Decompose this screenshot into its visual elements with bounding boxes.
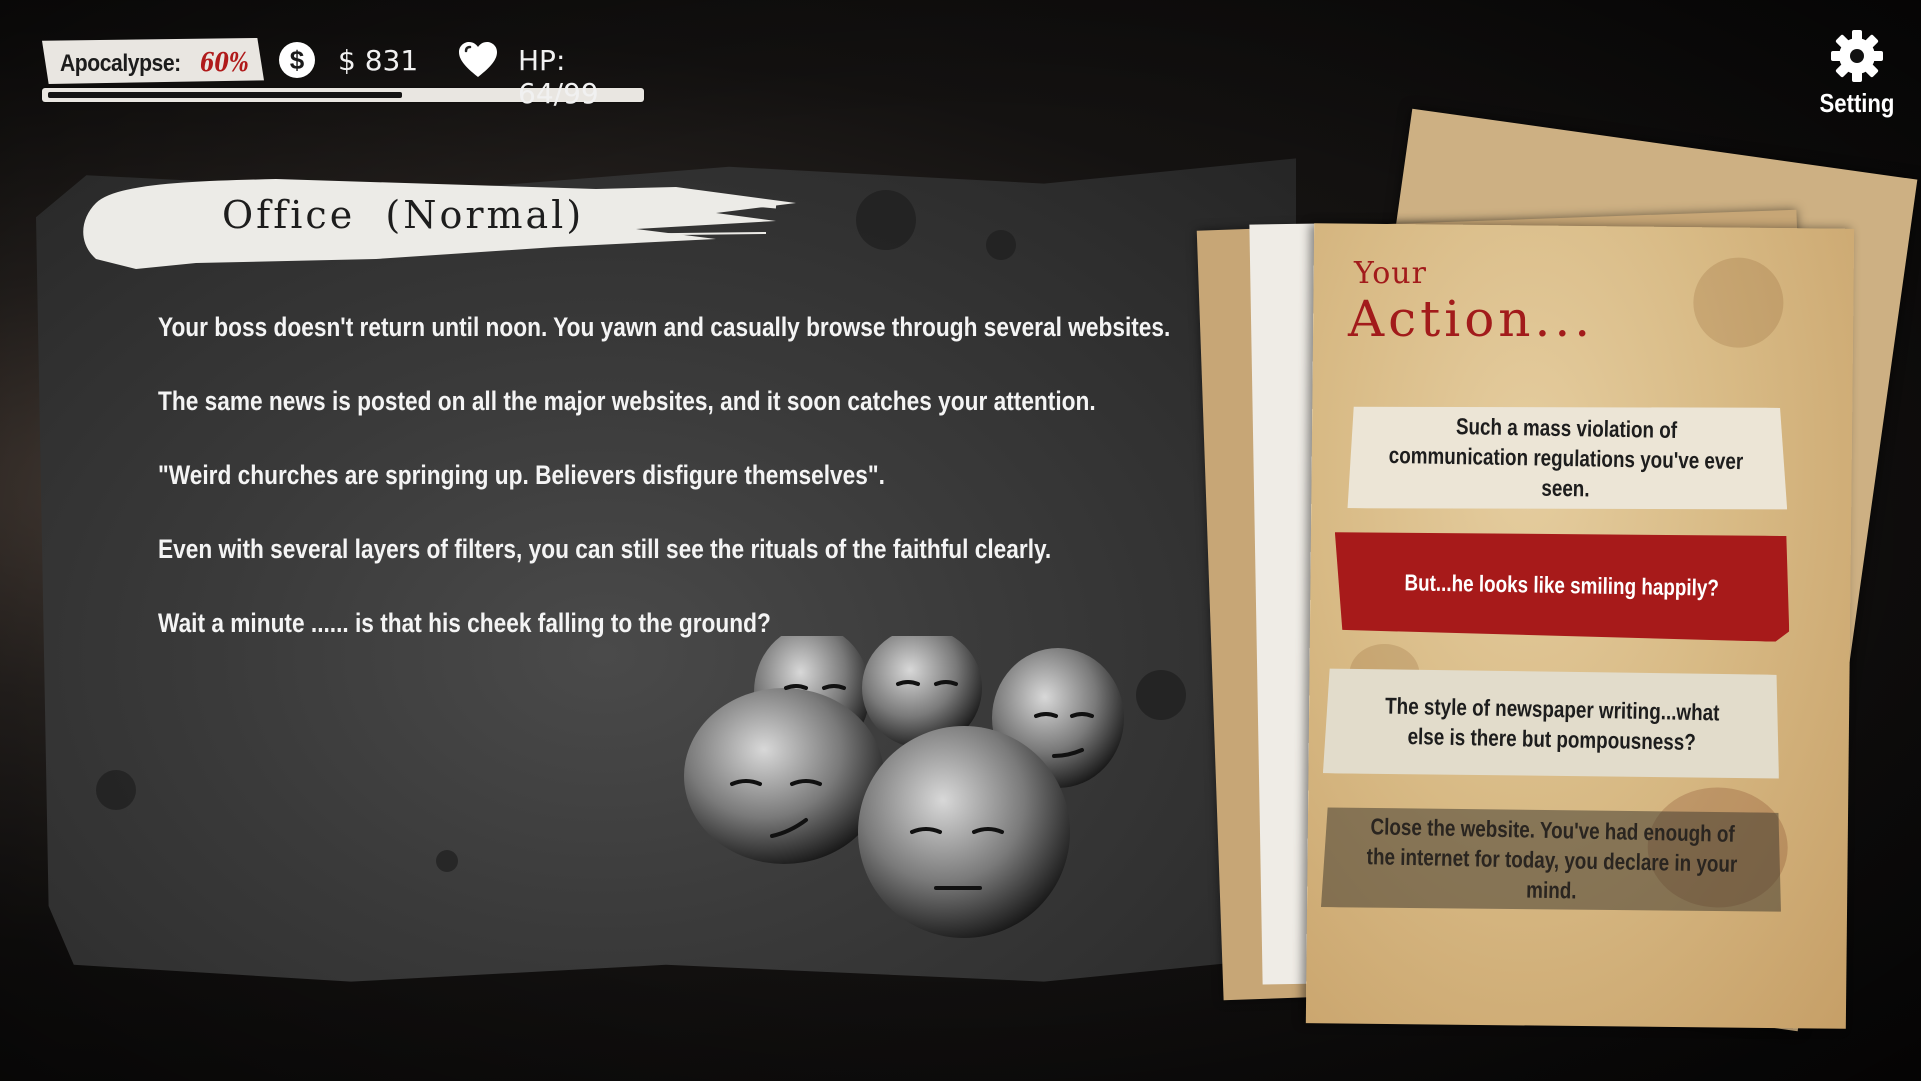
action-heading: Action... [1348,290,1595,348]
money-value: $ 831 [338,44,419,77]
action-choice-4-disabled[interactable]: Close the website. You've had enough of … [1321,803,1783,917]
settings-label: Setting [1819,88,1895,118]
story-paragraph: Wait a minute ...... is that his cheek f… [158,608,771,638]
hp-value: HP: 64/99 [518,44,599,110]
apocalypse-label: Apocalypse: [60,50,181,77]
status-hud: Apocalypse: 60% $ $ 831 HP: 64/99 [42,38,644,116]
settings-button[interactable]: Setting [1812,28,1902,119]
action-choice-label: Close the website. You've had enough of … [1366,813,1738,904]
ink-splat [436,850,458,872]
apocalypse-progress-fill [48,92,402,98]
paper-stain [1692,257,1784,349]
action-choice-label: Such a mass violation of communication r… [1388,413,1744,502]
dollar-icon: $ [279,42,315,78]
story-paragraph: "Weird churches are springing up. Believ… [158,460,885,490]
action-heading-small: Your [1354,256,1427,291]
gear-icon [1831,30,1883,82]
action-choice-1[interactable]: Such a mass violation of communication r… [1343,400,1789,516]
scene-title: Office (Normal) [222,193,585,237]
apocalypse-percent: 60% [200,48,249,78]
story-paragraph: The same news is posted on all the major… [158,386,1096,416]
story-text: Your boss doesn't return until noon. You… [158,312,1171,682]
story-paragraph: Even with several layers of filters, you… [158,534,1052,564]
story-paragraph: Your boss doesn't return until noon. You… [158,312,1171,342]
faces-illustration [684,636,1124,938]
action-choice-label: But...he looks like smiling happily? [1404,569,1720,601]
ink-splat [856,190,916,250]
ink-splat [96,770,136,810]
action-choice-3[interactable]: The style of newspaper writing...what el… [1323,665,1781,783]
ink-splat [986,230,1016,260]
action-choice-2-selected[interactable]: But...he looks like smiling happily? [1333,528,1791,642]
action-choice-label: The style of newspaper writing...what el… [1384,692,1720,756]
heart-icon [459,42,497,77]
